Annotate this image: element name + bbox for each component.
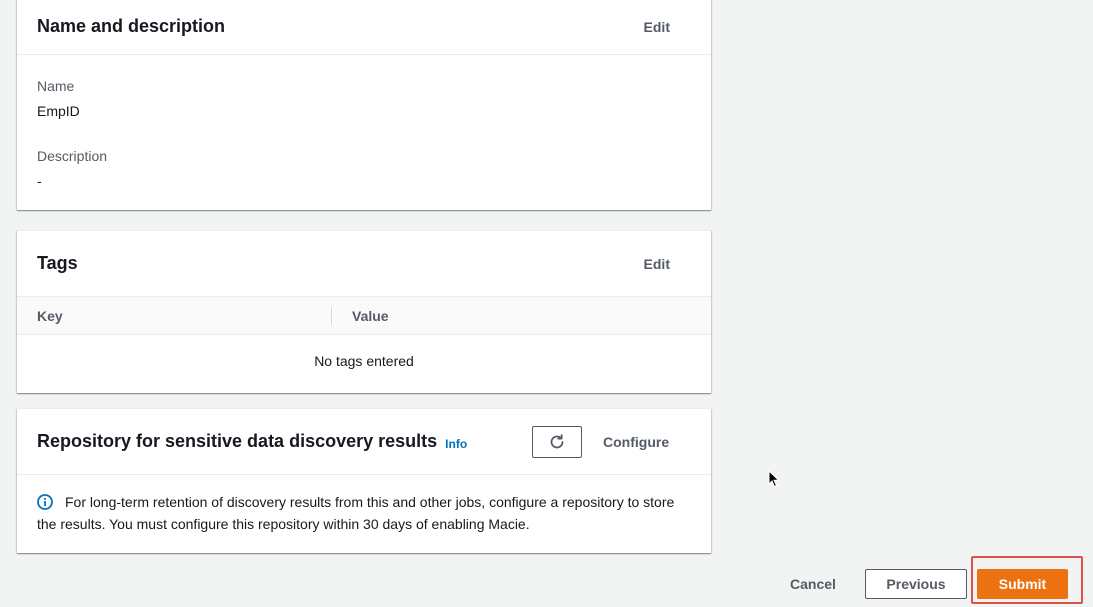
submit-button[interactable]: Submit	[977, 569, 1068, 599]
repository-panel: Repository for sensitive data discovery …	[17, 408, 711, 553]
tags-table-header: Key Value	[17, 296, 711, 335]
description-label: Description	[37, 148, 108, 164]
name-value: EmpID	[37, 103, 80, 119]
tags-panel: Tags Edit Key Value No tags entered	[17, 230, 711, 393]
cancel-button[interactable]: Cancel	[790, 576, 836, 592]
tags-empty-message: No tags entered	[314, 353, 414, 369]
edit-name-button[interactable]: Edit	[644, 19, 670, 35]
refresh-icon	[550, 434, 564, 449]
column-header-value: Value	[352, 308, 389, 324]
alert-text: For long-term retention of discovery res…	[37, 494, 675, 532]
refresh-button[interactable]	[532, 426, 582, 458]
info-alert: For long-term retention of discovery res…	[37, 491, 677, 535]
name-description-title: Name and description	[37, 16, 226, 36]
name-description-header: Name and description Edit	[17, 0, 711, 55]
description-value: -	[37, 173, 42, 189]
info-circle-icon	[37, 494, 53, 510]
name-label: Name	[37, 78, 75, 94]
name-description-panel: Name and description Edit Name EmpID Des…	[17, 0, 711, 210]
column-header-key: Key	[37, 308, 63, 324]
configure-button[interactable]: Configure	[603, 434, 669, 450]
mouse-pointer-icon	[768, 470, 780, 488]
tags-header: Tags Edit	[17, 231, 711, 296]
review-page: Name and description Edit Name EmpID Des…	[0, 0, 1093, 607]
info-link[interactable]: Info	[445, 437, 467, 451]
edit-tags-button[interactable]: Edit	[644, 256, 670, 272]
previous-button[interactable]: Previous	[865, 569, 967, 599]
tags-title: Tags	[37, 253, 78, 273]
description-field: Description -	[37, 148, 107, 189]
repository-header: Repository for sensitive data discovery …	[17, 409, 711, 475]
name-field: Name EmpID	[37, 78, 80, 119]
repository-title: Repository for sensitive data discovery …	[37, 431, 438, 451]
column-divider	[331, 307, 332, 325]
